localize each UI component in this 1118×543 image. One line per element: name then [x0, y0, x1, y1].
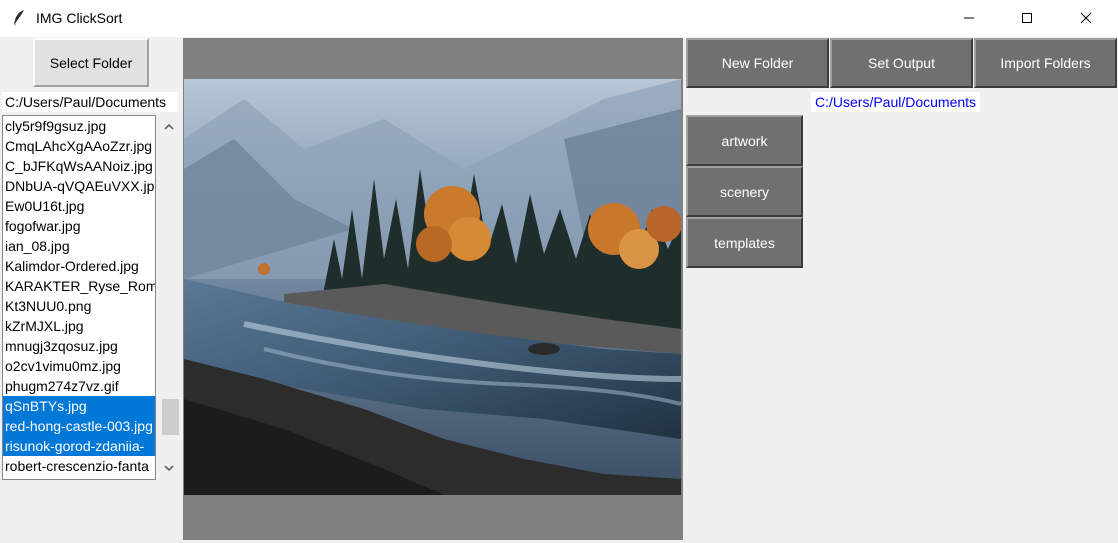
folder-button-artwork[interactable]: artwork — [686, 115, 803, 166]
chevron-down-icon — [164, 465, 174, 472]
chevron-up-icon — [164, 123, 174, 130]
image-preview-canvas[interactable] — [183, 38, 683, 540]
maximize-button[interactable] — [1004, 0, 1050, 36]
file-list-item[interactable]: kZrMJXL.jpg — [3, 316, 155, 336]
file-list-item[interactable]: risunok-gorod-zdaniia- — [3, 436, 155, 456]
file-list-item[interactable]: fogofwar.jpg — [3, 216, 155, 236]
file-list-item[interactable]: Kalimdor-Ordered.jpg — [3, 256, 155, 276]
file-list-scrollbar[interactable] — [158, 115, 180, 480]
scroll-down-arrow[interactable] — [158, 458, 180, 478]
title-bar: IMG ClickSort — [0, 0, 1118, 37]
scroll-up-arrow[interactable] — [158, 117, 180, 137]
window-title: IMG ClickSort — [36, 10, 123, 26]
scroll-thumb[interactable] — [162, 399, 179, 435]
file-list-item[interactable]: mnugj3zqosuz.jpg — [3, 336, 155, 356]
file-list-item[interactable]: Ew0U16t.jpg — [3, 196, 155, 216]
set-output-button[interactable]: Set Output — [830, 38, 973, 88]
file-list-item[interactable]: qSnBTYs.jpg — [3, 396, 155, 416]
folder-button-scenery[interactable]: scenery — [686, 166, 803, 217]
source-path-label: C:/Users/Paul/Documents — [2, 92, 178, 112]
output-path-label: C:/Users/Paul/Documents — [811, 92, 981, 112]
file-list-item[interactable]: robert-crescenzio-fanta — [3, 456, 155, 476]
close-icon — [1080, 12, 1092, 24]
maximize-icon — [1022, 13, 1032, 23]
file-list-item[interactable]: ian_08.jpg — [3, 236, 155, 256]
select-folder-button[interactable]: Select Folder — [33, 38, 149, 87]
file-list-item[interactable]: CmqLAhcXgAAoZzr.jpg — [3, 136, 155, 156]
file-list-item[interactable]: KARAKTER_Ryse_Rome — [3, 276, 155, 296]
new-folder-button[interactable]: New Folder — [686, 38, 829, 88]
feather-icon — [12, 9, 26, 27]
landscape-photo — [184, 79, 681, 495]
file-listbox[interactable]: cly5r9f9gsuz.jpg CmqLAhcXgAAoZzr.jpg C_bJF… — [2, 115, 156, 480]
file-list-item[interactable]: cly5r9f9gsuz.jpg — [3, 116, 155, 136]
import-folders-button[interactable]: Import Folders — [974, 38, 1117, 88]
file-list-item[interactable]: C_bJFKqWsAANoiz.jpg — [3, 156, 155, 176]
file-list-item[interactable]: phugm274z7vz.gif — [3, 376, 155, 396]
minimize-icon — [964, 17, 974, 19]
file-list-item[interactable]: DNbUA-qVQAEuVXX.jpg — [3, 176, 155, 196]
file-list-item[interactable]: o2cv1vimu0mz.jpg — [3, 356, 155, 376]
file-list-item[interactable]: red-hong-castle-003.jpg — [3, 416, 155, 436]
file-list-item[interactable]: Kt3NUU0.png — [3, 296, 155, 316]
close-button[interactable] — [1063, 0, 1109, 36]
minimize-button[interactable] — [946, 0, 992, 36]
folder-button-templates[interactable]: templates — [686, 217, 803, 268]
